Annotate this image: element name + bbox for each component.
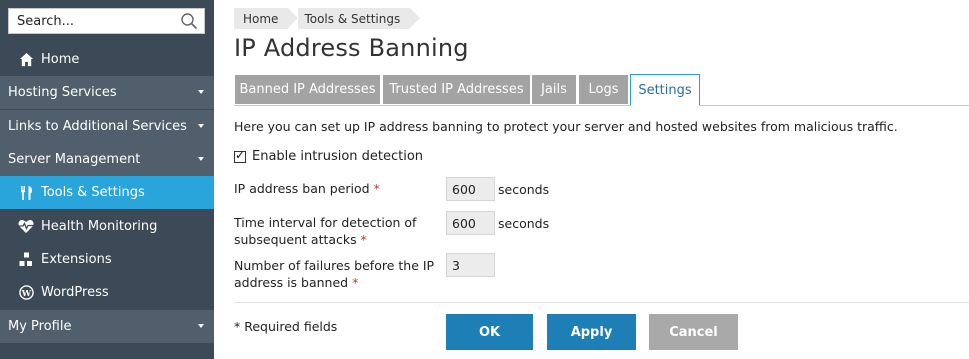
tab-bar: Banned IP Addresses Trusted IP Addresses… bbox=[234, 74, 969, 106]
sidebar-item-home[interactable]: Home bbox=[0, 43, 214, 76]
sidebar-section-server-management[interactable]: Server Management bbox=[0, 143, 214, 176]
sidebar-section-hosting-services[interactable]: Hosting Services bbox=[0, 76, 214, 109]
search-icon[interactable] bbox=[180, 12, 198, 30]
tab-label: Logs bbox=[588, 82, 619, 97]
required-mark: * bbox=[373, 181, 380, 196]
detection-interval-unit: seconds bbox=[498, 216, 550, 231]
tab-jails[interactable]: Jails bbox=[531, 74, 577, 105]
failures-label: Number of failures before the IP address… bbox=[234, 257, 434, 291]
tab-banned-ip-addresses[interactable]: Banned IP Addresses bbox=[234, 74, 381, 105]
chevron-down-icon bbox=[198, 124, 204, 128]
sidebar-item-extensions[interactable]: Extensions bbox=[0, 243, 214, 276]
chevron-down-icon bbox=[198, 157, 204, 161]
sidebar-section-label: Server Management bbox=[8, 152, 141, 167]
sidebar: Home Hosting Services Links to Additiona… bbox=[0, 0, 214, 359]
enable-intrusion-detection[interactable]: Enable intrusion detection bbox=[234, 148, 424, 164]
cancel-button[interactable]: Cancel bbox=[649, 314, 738, 350]
breadcrumb-label: Home bbox=[243, 11, 279, 26]
main-content: Home Tools & Settings IP Address Banning… bbox=[234, 0, 969, 359]
chevron-down-icon bbox=[198, 90, 204, 94]
label-text: IP address ban period bbox=[234, 181, 370, 196]
svg-text:W: W bbox=[20, 288, 31, 298]
failures-input[interactable] bbox=[446, 253, 495, 277]
sidebar-item-label: WordPress bbox=[41, 285, 109, 300]
form-divider bbox=[234, 302, 969, 303]
required-mark: * bbox=[360, 232, 367, 247]
label-text: subsequent attacks bbox=[234, 232, 357, 247]
tab-label: Trusted IP Addresses bbox=[389, 82, 524, 97]
wordpress-icon: W bbox=[18, 285, 34, 301]
ok-button[interactable]: OK bbox=[446, 314, 533, 350]
breadcrumb: Home Tools & Settings bbox=[234, 8, 420, 29]
ban-period-input[interactable] bbox=[446, 177, 495, 201]
sidebar-item-wordpress[interactable]: W WordPress bbox=[0, 276, 214, 309]
home-icon bbox=[18, 52, 34, 68]
label-text: Time interval for detection of bbox=[234, 215, 417, 230]
page-title: IP Address Banning bbox=[234, 34, 469, 62]
search-box[interactable] bbox=[8, 8, 205, 34]
ban-period-unit: seconds bbox=[498, 182, 550, 197]
enable-intrusion-detection-checkbox[interactable] bbox=[234, 148, 246, 163]
sidebar-section-links[interactable]: Links to Additional Services bbox=[0, 110, 214, 143]
sidebar-section-label: Hosting Services bbox=[8, 85, 117, 100]
tab-label: Jails bbox=[541, 82, 567, 97]
heart-pulse-icon bbox=[18, 219, 34, 235]
sidebar-item-label: Health Monitoring bbox=[41, 219, 158, 234]
sidebar-item-tools-settings[interactable]: Tools & Settings bbox=[0, 176, 214, 209]
sidebar-item-health-monitoring[interactable]: Health Monitoring bbox=[0, 210, 214, 243]
tab-label: Settings bbox=[638, 82, 692, 98]
checkbox-label: Enable intrusion detection bbox=[252, 149, 424, 164]
breadcrumb-home[interactable]: Home bbox=[234, 8, 300, 29]
tab-trusted-ip-addresses[interactable]: Trusted IP Addresses bbox=[382, 74, 531, 105]
extensions-icon bbox=[18, 252, 34, 268]
detection-interval-input[interactable] bbox=[446, 211, 495, 235]
label-text: address is banned bbox=[234, 275, 349, 290]
tools-icon bbox=[18, 185, 34, 201]
breadcrumb-tools-settings[interactable]: Tools & Settings bbox=[298, 8, 420, 29]
label-text: Number of failures before the IP bbox=[234, 258, 435, 273]
apply-button[interactable]: Apply bbox=[547, 314, 636, 350]
sidebar-section-my-profile[interactable]: My Profile bbox=[0, 310, 214, 343]
sidebar-item-label: Tools & Settings bbox=[41, 185, 145, 200]
detection-interval-label: Time interval for detection of subsequen… bbox=[234, 214, 416, 248]
sidebar-section-label: Links to Additional Services bbox=[8, 119, 187, 134]
tab-label: Banned IP Addresses bbox=[239, 82, 376, 97]
required-mark: * bbox=[352, 275, 359, 290]
tab-settings[interactable]: Settings bbox=[630, 74, 700, 106]
required-fields-note: * Required fields bbox=[234, 319, 338, 334]
ban-period-label: IP address ban period * bbox=[234, 180, 380, 197]
intro-text: Here you can set up IP address banning t… bbox=[234, 119, 898, 134]
sidebar-section-label: My Profile bbox=[8, 319, 72, 334]
sidebar-item-label: Home bbox=[41, 52, 80, 67]
chevron-down-icon bbox=[198, 324, 204, 328]
breadcrumb-label: Tools & Settings bbox=[304, 11, 401, 26]
search-input[interactable] bbox=[9, 9, 177, 33]
sidebar-item-label: Extensions bbox=[41, 252, 112, 267]
tab-logs[interactable]: Logs bbox=[578, 74, 629, 105]
